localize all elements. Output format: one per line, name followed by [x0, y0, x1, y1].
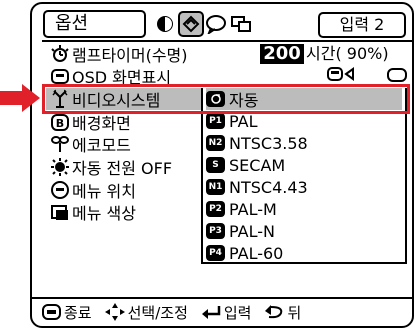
auto-power-label: 자동 전원 OFF	[72, 159, 173, 178]
footer-select-label: 선택/조정	[127, 303, 188, 322]
video-option-pal-m[interactable]: P2 PAL-M	[206, 198, 277, 220]
video-option-ntsc443[interactable]: N1 NTSC4.43	[206, 176, 308, 198]
video-option-label: PAL-60	[229, 243, 284, 263]
eco-leaf-icon	[50, 134, 70, 154]
picture-tab-icon	[157, 16, 173, 32]
p1-badge-icon: P1	[206, 113, 225, 129]
osd-icon	[50, 66, 70, 86]
speech-bubble-tab-icon	[206, 15, 226, 34]
footer-back: 뒤	[263, 302, 301, 323]
svg-text:B: B	[56, 117, 64, 130]
tab-audio[interactable]	[203, 11, 229, 37]
n1-badge-icon: N1	[206, 179, 225, 195]
p2-badge-icon: P2	[206, 201, 225, 217]
eco-mode-label: 에코모드	[72, 136, 131, 155]
footer-exit: 종료	[42, 302, 92, 323]
row-menu-color[interactable]: 메뉴 색상	[50, 200, 136, 224]
enter-arrow-icon	[201, 306, 221, 319]
menu-title: 옵션	[43, 10, 146, 38]
video-option-pal-n[interactable]: P3 PAL-N	[206, 220, 275, 242]
footer-divider	[32, 297, 412, 299]
footer-exit-label: 종료	[64, 303, 92, 322]
n2-badge-icon: N2	[206, 135, 225, 151]
lamp-timer-label: 램프타이머(수명)	[72, 46, 188, 65]
return-icon	[265, 305, 283, 319]
menu-button-icon	[42, 304, 61, 320]
footer-enter-label: 입력	[223, 303, 252, 322]
screen-tab-icon	[231, 16, 251, 32]
video-option-label: NTSC3.58	[229, 133, 308, 153]
lamp-hours-value: 200	[260, 44, 304, 64]
menu-position-icon	[50, 180, 70, 200]
p4-badge-icon: P4	[206, 245, 225, 261]
video-option-label: SECAM	[229, 155, 286, 175]
background-b-icon: B	[50, 112, 70, 132]
auto-power-icon	[50, 157, 70, 177]
video-option-label: NTSC4.43	[229, 177, 308, 197]
video-option-ntsc358[interactable]: N2 NTSC3.58	[206, 132, 308, 154]
options-tab-icon	[182, 15, 200, 33]
menu-color-label: 메뉴 색상	[72, 204, 136, 223]
row-menu-position[interactable]: 메뉴 위치	[50, 178, 136, 202]
selection-highlight	[42, 84, 410, 114]
tab-picture[interactable]	[152, 11, 178, 37]
video-option-label: PAL-N	[229, 221, 275, 241]
footer-select: 선택/조정	[104, 302, 188, 323]
footer-back-label: 뒤	[287, 303, 302, 322]
row-lamp-timer[interactable]: 램프타이머(수명)	[50, 42, 188, 66]
lamp-timer-icon	[50, 44, 70, 64]
footer-help: 종료 선택/조정 입력 뒤	[42, 301, 313, 323]
video-option-pal-60[interactable]: P4 PAL-60	[206, 242, 283, 264]
menu-color-icon	[50, 202, 70, 222]
dpad-icon	[104, 303, 125, 321]
footer-enter: 입력	[200, 302, 252, 323]
video-option-label: PAL-M	[229, 199, 277, 219]
input-indicator: 입력 2	[318, 12, 406, 38]
menu-position-label: 메뉴 위치	[72, 182, 136, 201]
video-option-label: PAL	[229, 111, 258, 131]
row-auto-power-off[interactable]: 자동 전원 OFF	[50, 155, 172, 179]
s-badge-icon: S	[206, 157, 225, 173]
p3-badge-icon: P3	[206, 223, 225, 239]
tab-screen[interactable]	[228, 11, 254, 37]
row-eco-mode[interactable]: 에코모드	[50, 132, 131, 156]
pointer-arrow-icon	[0, 84, 40, 112]
lamp-hours-unit: 시간( 90%)	[306, 44, 389, 63]
tab-options[interactable]	[178, 11, 204, 37]
video-option-secam[interactable]: S SECAM	[206, 154, 285, 176]
